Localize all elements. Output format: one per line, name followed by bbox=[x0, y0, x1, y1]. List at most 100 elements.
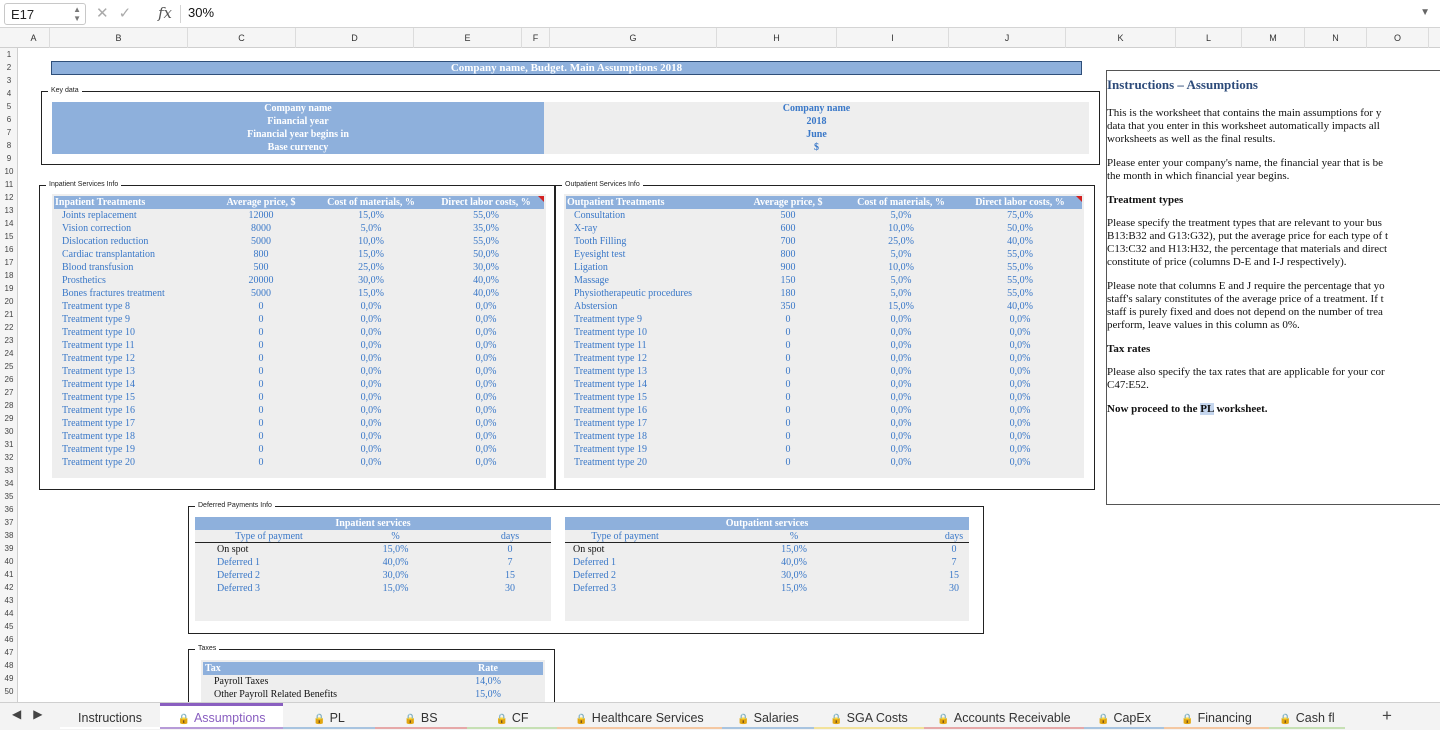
value-cell[interactable]: 0 bbox=[732, 339, 844, 352]
value-cell[interactable]: 35,0% bbox=[428, 222, 544, 235]
value-cell[interactable]: 15,0% bbox=[323, 582, 468, 595]
row-header[interactable]: 18 bbox=[0, 269, 18, 282]
row-header[interactable]: 10 bbox=[0, 165, 18, 178]
value-cell[interactable]: 0,0% bbox=[844, 391, 958, 404]
value-cell[interactable]: 0,0% bbox=[844, 443, 958, 456]
value-cell[interactable]: 40,0% bbox=[323, 556, 468, 569]
value-cell[interactable]: 15,0% bbox=[844, 300, 958, 313]
row-header[interactable]: 50 bbox=[0, 685, 18, 698]
sheet-tab-bs[interactable]: 🔒 BS bbox=[375, 703, 467, 729]
value-cell[interactable]: 0 bbox=[732, 417, 844, 430]
row-header[interactable]: 28 bbox=[0, 399, 18, 412]
value-cell[interactable]: 0,0% bbox=[428, 365, 544, 378]
row-header[interactable]: 25 bbox=[0, 360, 18, 373]
treatment-name-cell[interactable]: Eyesight test bbox=[574, 248, 740, 261]
sheet-tab-salaries[interactable]: 🔒 Salaries bbox=[722, 703, 814, 729]
row-header[interactable]: 48 bbox=[0, 659, 18, 672]
worksheet-grid[interactable]: Company name, Budget. Main Assumptions 2… bbox=[18, 48, 1440, 702]
treatment-name-cell[interactable]: Treatment type 19 bbox=[574, 443, 740, 456]
treatment-name-cell[interactable]: Treatment type 14 bbox=[574, 378, 740, 391]
value-cell[interactable]: 0 bbox=[208, 326, 314, 339]
treatment-name-cell[interactable]: Treatment type 16 bbox=[62, 404, 216, 417]
treatment-name-cell[interactable]: Prosthetics bbox=[62, 274, 216, 287]
value-cell[interactable]: 55,0% bbox=[958, 248, 1082, 261]
treatment-name-cell[interactable]: Treatment type 9 bbox=[62, 313, 216, 326]
treatment-name-cell[interactable]: Treatment type 15 bbox=[62, 391, 216, 404]
value-cell[interactable]: 0,0% bbox=[844, 417, 958, 430]
formula-input[interactable]: 30% bbox=[188, 5, 214, 20]
column-header-j[interactable]: J bbox=[949, 28, 1066, 48]
treatment-name-cell[interactable]: Tooth Filling bbox=[574, 235, 740, 248]
treatment-name-cell[interactable]: Dislocation reduction bbox=[62, 235, 216, 248]
value-cell[interactable]: 55,0% bbox=[958, 287, 1082, 300]
value-cell[interactable]: 5,0% bbox=[844, 287, 958, 300]
treatment-name-cell[interactable]: Treatment type 20 bbox=[62, 456, 216, 469]
column-header-f[interactable]: F bbox=[522, 28, 550, 48]
value-cell[interactable]: 30,0% bbox=[314, 274, 428, 287]
value-cell[interactable]: 0,0% bbox=[844, 378, 958, 391]
row-header[interactable]: 32 bbox=[0, 451, 18, 464]
value-cell[interactable]: 0,0% bbox=[958, 339, 1082, 352]
treatment-name-cell[interactable]: Blood transfusion bbox=[62, 261, 216, 274]
value-cell[interactable]: 7 bbox=[909, 556, 999, 569]
confirm-icon[interactable]: ✓ bbox=[119, 5, 142, 22]
value-cell[interactable]: 0,0% bbox=[314, 365, 428, 378]
value-cell[interactable]: 15,0% bbox=[314, 287, 428, 300]
value-cell[interactable]: 5000 bbox=[208, 287, 314, 300]
value-cell[interactable]: 5,0% bbox=[844, 274, 958, 287]
row-header[interactable]: 15 bbox=[0, 230, 18, 243]
value-cell[interactable]: 0,0% bbox=[428, 313, 544, 326]
value-cell[interactable]: 0 bbox=[208, 313, 314, 326]
column-header-o[interactable]: O bbox=[1367, 28, 1429, 48]
treatment-name-cell[interactable]: Abstersion bbox=[574, 300, 740, 313]
row-header[interactable]: 23 bbox=[0, 334, 18, 347]
treatment-name-cell[interactable]: Vision correction bbox=[62, 222, 216, 235]
value-cell[interactable]: 15,0% bbox=[314, 248, 428, 261]
treatment-name-cell[interactable]: Treatment type 12 bbox=[574, 352, 740, 365]
row-header[interactable]: 14 bbox=[0, 217, 18, 230]
value-cell[interactable]: 0,0% bbox=[844, 326, 958, 339]
value-cell[interactable]: 0,0% bbox=[844, 365, 958, 378]
value-cell[interactable]: 700 bbox=[732, 235, 844, 248]
row-header[interactable]: 39 bbox=[0, 542, 18, 555]
row-header[interactable]: 24 bbox=[0, 347, 18, 360]
value-cell[interactable]: 0 bbox=[208, 456, 314, 469]
value-cell[interactable]: 0,0% bbox=[314, 404, 428, 417]
value-cell[interactable]: 40,0% bbox=[428, 287, 544, 300]
treatment-name-cell[interactable]: Physiotherapeutic procedures bbox=[574, 287, 740, 300]
row-header[interactable]: 20 bbox=[0, 295, 18, 308]
value-cell[interactable]: 0 bbox=[208, 391, 314, 404]
sheet-tab-sga-costs[interactable]: 🔒 SGA Costs bbox=[814, 703, 924, 729]
value-cell[interactable]: 0,0% bbox=[844, 430, 958, 443]
cancel-icon[interactable]: ✕ bbox=[96, 5, 119, 22]
chevron-down-icon[interactable]: ▼ bbox=[1420, 7, 1430, 18]
treatment-name-cell[interactable]: X-ray bbox=[574, 222, 740, 235]
treatment-name-cell[interactable]: Treatment type 13 bbox=[574, 365, 740, 378]
value-cell[interactable]: 0 bbox=[208, 404, 314, 417]
value-cell[interactable]: 30 bbox=[468, 582, 552, 595]
value-cell[interactable]: 350 bbox=[732, 300, 844, 313]
value-cell[interactable]: 0,0% bbox=[428, 326, 544, 339]
treatment-name-cell[interactable]: Treatment type 13 bbox=[62, 365, 216, 378]
treatment-name-cell[interactable]: Treatment type 17 bbox=[62, 417, 216, 430]
row-header[interactable]: 16 bbox=[0, 243, 18, 256]
value-cell[interactable]: 0,0% bbox=[958, 443, 1082, 456]
treatment-name-cell[interactable]: Ligation bbox=[574, 261, 740, 274]
value-cell[interactable]: 0,0% bbox=[428, 404, 544, 417]
value-cell[interactable]: 30 bbox=[909, 582, 999, 595]
row-header[interactable]: 46 bbox=[0, 633, 18, 646]
row-header[interactable]: 8 bbox=[0, 139, 18, 152]
prev-sheet-icon[interactable]: ◀ bbox=[12, 707, 33, 721]
row-header[interactable]: 44 bbox=[0, 607, 18, 620]
treatment-name-cell[interactable]: Treatment type 10 bbox=[62, 326, 216, 339]
row-header[interactable]: 7 bbox=[0, 126, 18, 139]
value-cell[interactable]: 0 bbox=[208, 378, 314, 391]
value-cell[interactable]: 0,0% bbox=[314, 313, 428, 326]
row-header[interactable]: 22 bbox=[0, 321, 18, 334]
value-cell[interactable]: 0,0% bbox=[958, 404, 1082, 417]
row-header[interactable]: 36 bbox=[0, 503, 18, 516]
sheet-tab-assumptions[interactable]: 🔒 Assumptions bbox=[160, 703, 283, 729]
add-sheet-icon[interactable]: + bbox=[1382, 706, 1392, 726]
treatment-name-cell[interactable]: Treatment type 14 bbox=[62, 378, 216, 391]
value-cell[interactable]: 0,0% bbox=[428, 456, 544, 469]
